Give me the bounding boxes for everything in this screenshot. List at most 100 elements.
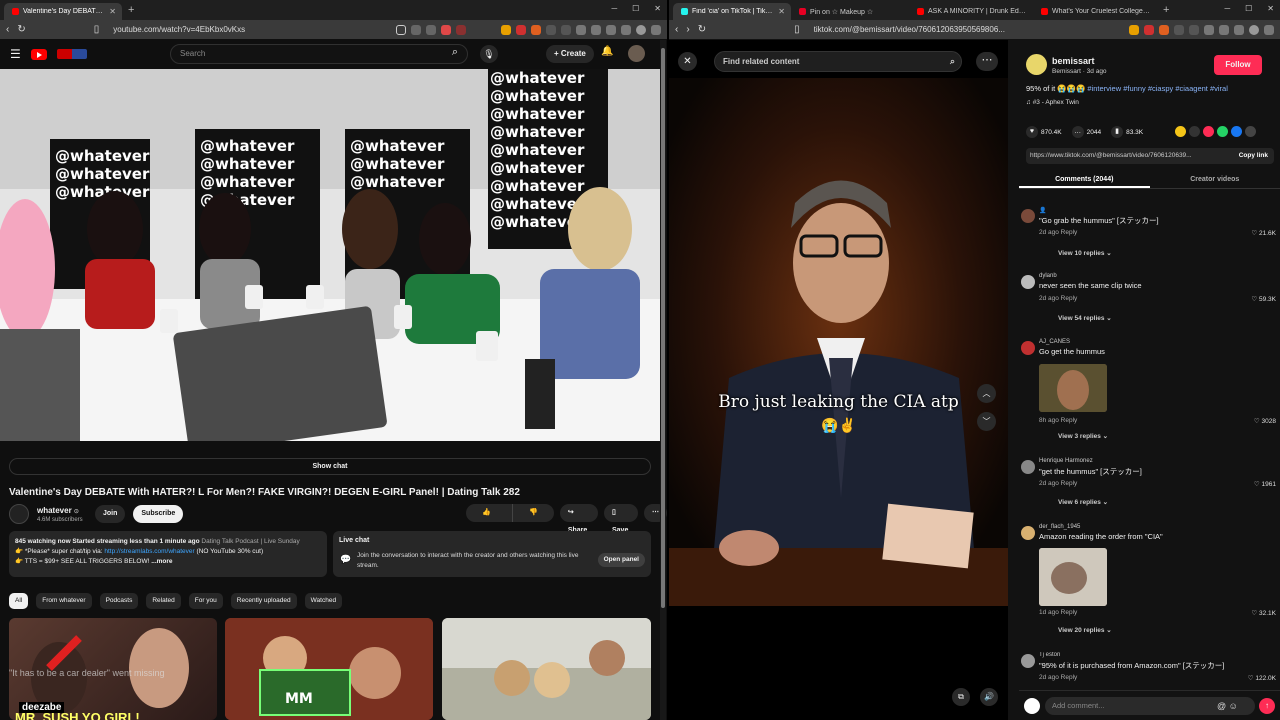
save-button[interactable]: ▮ 83.3K: [1111, 126, 1143, 138]
show-chat-button[interactable]: Show chat: [9, 458, 651, 475]
comment-likes[interactable]: ♡ 122.0K: [1248, 674, 1276, 682]
hamburger-menu-icon[interactable]: ☰: [10, 47, 21, 61]
search-input[interactable]: Search: [170, 44, 468, 64]
profile-icon[interactable]: [636, 24, 646, 35]
tab-youtube-video[interactable]: Valentine's Day DEBATE With Hat ✕: [4, 3, 122, 20]
comment-likes[interactable]: ♡ 32.1K: [1251, 609, 1276, 617]
find-related-search[interactable]: Find related content ⌕: [714, 51, 962, 72]
streamlabs-link[interactable]: http://streamlabs.com/whatever: [104, 548, 194, 555]
url-field[interactable]: youtube.com/watch?v=4EbKbx0vKxs: [113, 25, 388, 34]
back-icon[interactable]: ‹: [6, 24, 9, 35]
commenter-name[interactable]: 👤: [1039, 207, 1046, 214]
chip-recently-uploaded[interactable]: Recently uploaded: [230, 593, 297, 609]
facebook-icon[interactable]: [1231, 126, 1242, 137]
search-icon[interactable]: ⌕: [441, 46, 469, 64]
cast-icon[interactable]: [396, 24, 406, 35]
send-comment-icon[interactable]: ↑: [1259, 698, 1275, 714]
new-tab-button[interactable]: +: [1157, 4, 1175, 16]
author-name[interactable]: bemissart: [1052, 56, 1095, 66]
view-replies-button[interactable]: View 6 replies ⌄: [1058, 498, 1108, 506]
profile-icon[interactable]: [1249, 24, 1259, 35]
recommended-video-thumbnail[interactable]: MM: [225, 618, 433, 720]
like-button[interactable]: ♥ 870.4K: [1026, 126, 1062, 138]
commenter-name[interactable]: AJ_CANES: [1039, 339, 1070, 345]
commenter-name[interactable]: der_flach_1945: [1039, 524, 1080, 530]
extension-icon[interactable]: [516, 24, 526, 35]
more-link[interactable]: ...more: [151, 558, 172, 565]
extension-icon[interactable]: [1144, 24, 1154, 35]
open-panel-button[interactable]: Open panel: [597, 553, 645, 567]
channel-name[interactable]: whatever ⊙: [37, 506, 87, 515]
close-icon[interactable]: ✕: [678, 52, 697, 71]
reload-icon[interactable]: ↻: [17, 24, 25, 35]
send-icon[interactable]: [1203, 126, 1214, 137]
share-button[interactable]: ↪ Share: [559, 504, 598, 534]
description-box[interactable]: 845 watching now Started streaming less …: [9, 531, 327, 577]
create-button[interactable]: + Create: [546, 45, 594, 63]
sidebar-icon[interactable]: [606, 24, 616, 35]
bookmark-icon[interactable]: ▯: [94, 24, 100, 35]
music-icon[interactable]: [1204, 24, 1214, 35]
comment-button[interactable]: … 2044: [1071, 126, 1101, 138]
search-icon[interactable]: ⌕: [950, 52, 955, 71]
chip-podcasts[interactable]: Podcasts: [99, 593, 139, 609]
view-replies-button[interactable]: View 54 replies ⌄: [1058, 314, 1112, 322]
extension-icon[interactable]: [1174, 24, 1184, 35]
comment-sticker-image[interactable]: [1039, 364, 1107, 412]
youtube-wordmark-logo[interactable]: [56, 49, 87, 59]
page-scrollbar[interactable]: [660, 40, 666, 720]
comment-meta[interactable]: 2d ago Reply: [1039, 229, 1077, 236]
commenter-name[interactable]: Henrique Harmonez: [1039, 458, 1093, 464]
commenter-avatar[interactable]: [1021, 341, 1035, 355]
commenter-avatar[interactable]: [1021, 460, 1035, 474]
tab-comments[interactable]: Comments (2044): [1019, 171, 1150, 188]
comment-meta[interactable]: 2d ago Reply: [1039, 295, 1077, 302]
video-frame[interactable]: Bro just leaking the CIA atp 😭✌️ ︿ ﹀: [669, 78, 1008, 606]
comment-sticker-image[interactable]: [1039, 548, 1107, 606]
view-replies-button[interactable]: View 20 replies ⌄: [1058, 626, 1112, 634]
menu-icon[interactable]: [1264, 24, 1274, 35]
comment-meta[interactable]: 2d ago Reply: [1039, 480, 1077, 487]
commenter-name[interactable]: dylanb: [1039, 273, 1057, 279]
user-avatar[interactable]: [628, 45, 645, 62]
dislike-button[interactable]: 👎: [512, 504, 554, 522]
download-icon[interactable]: [621, 24, 631, 35]
author-avatar[interactable]: [1026, 54, 1047, 75]
extension-icon[interactable]: [531, 24, 541, 35]
more-options-icon[interactable]: ⋯: [976, 52, 998, 71]
music-track[interactable]: ♫ #3 - Aphex Twin: [1026, 99, 1079, 106]
comment-meta[interactable]: 2d ago Reply: [1039, 674, 1077, 681]
tab-pinterest[interactable]: Pin on ☆ Makeup ☆: [791, 3, 909, 20]
copy-icon[interactable]: [426, 24, 436, 35]
sidebar-icon[interactable]: [1219, 24, 1229, 35]
music-icon[interactable]: [576, 24, 586, 35]
comment-likes[interactable]: ♡ 21.6K: [1251, 229, 1276, 237]
url-field[interactable]: tiktok.com/@bemissart/video/760612063950…: [814, 25, 1121, 34]
reload-icon[interactable]: ↻: [698, 24, 706, 35]
chip-all[interactable]: All: [9, 593, 29, 609]
close-tab-icon[interactable]: ✕: [109, 7, 116, 16]
share-arrow-icon[interactable]: [1245, 126, 1256, 137]
extension-icon[interactable]: [546, 24, 556, 35]
follow-button[interactable]: Follow: [1214, 55, 1262, 75]
close-window-icon[interactable]: ✕: [1267, 4, 1274, 13]
subscribe-button[interactable]: Subscribe: [133, 505, 184, 523]
chip-related[interactable]: Related: [146, 593, 181, 609]
minimize-icon[interactable]: ─: [1224, 4, 1230, 13]
commenter-avatar[interactable]: [1021, 526, 1035, 540]
repost-icon[interactable]: [1175, 126, 1186, 137]
chip-for-you[interactable]: For you: [188, 593, 223, 609]
forward-icon[interactable]: ›: [686, 24, 689, 35]
comment-meta[interactable]: 1d ago Reply: [1039, 609, 1077, 616]
recommended-video-thumbnail[interactable]: [442, 618, 651, 720]
notifications-bell-icon[interactable]: 🔔: [601, 46, 613, 57]
youtube-logo-icon[interactable]: [30, 48, 47, 60]
tab-youtube-ask-a-minority[interactable]: ASK A MINORITY | Drunk Edition - Y: [909, 3, 1033, 20]
save-button[interactable]: ▯ Save: [604, 504, 638, 534]
extension-icon[interactable]: [1189, 24, 1199, 35]
mention-emoji-icons[interactable]: @ ☺: [1217, 701, 1238, 711]
extension-icon[interactable]: [591, 24, 601, 35]
close-tab-icon[interactable]: ✕: [778, 7, 785, 16]
commenter-name[interactable]: Tj eston: [1039, 652, 1060, 658]
back-icon[interactable]: ‹: [675, 24, 678, 35]
